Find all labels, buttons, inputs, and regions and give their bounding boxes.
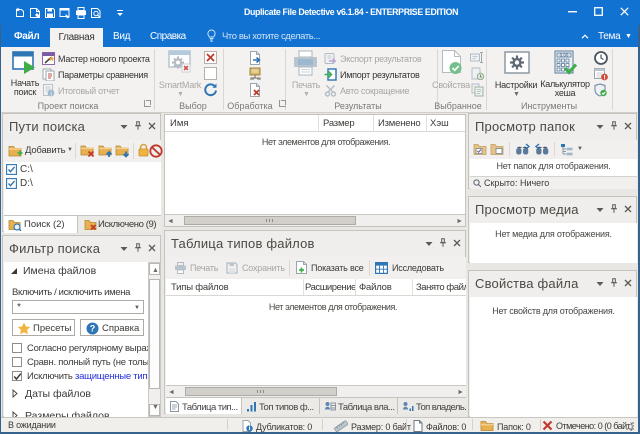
- svg-text:?: ?: [90, 324, 96, 334]
- svg-text:0.00: 0.00: [560, 52, 569, 57]
